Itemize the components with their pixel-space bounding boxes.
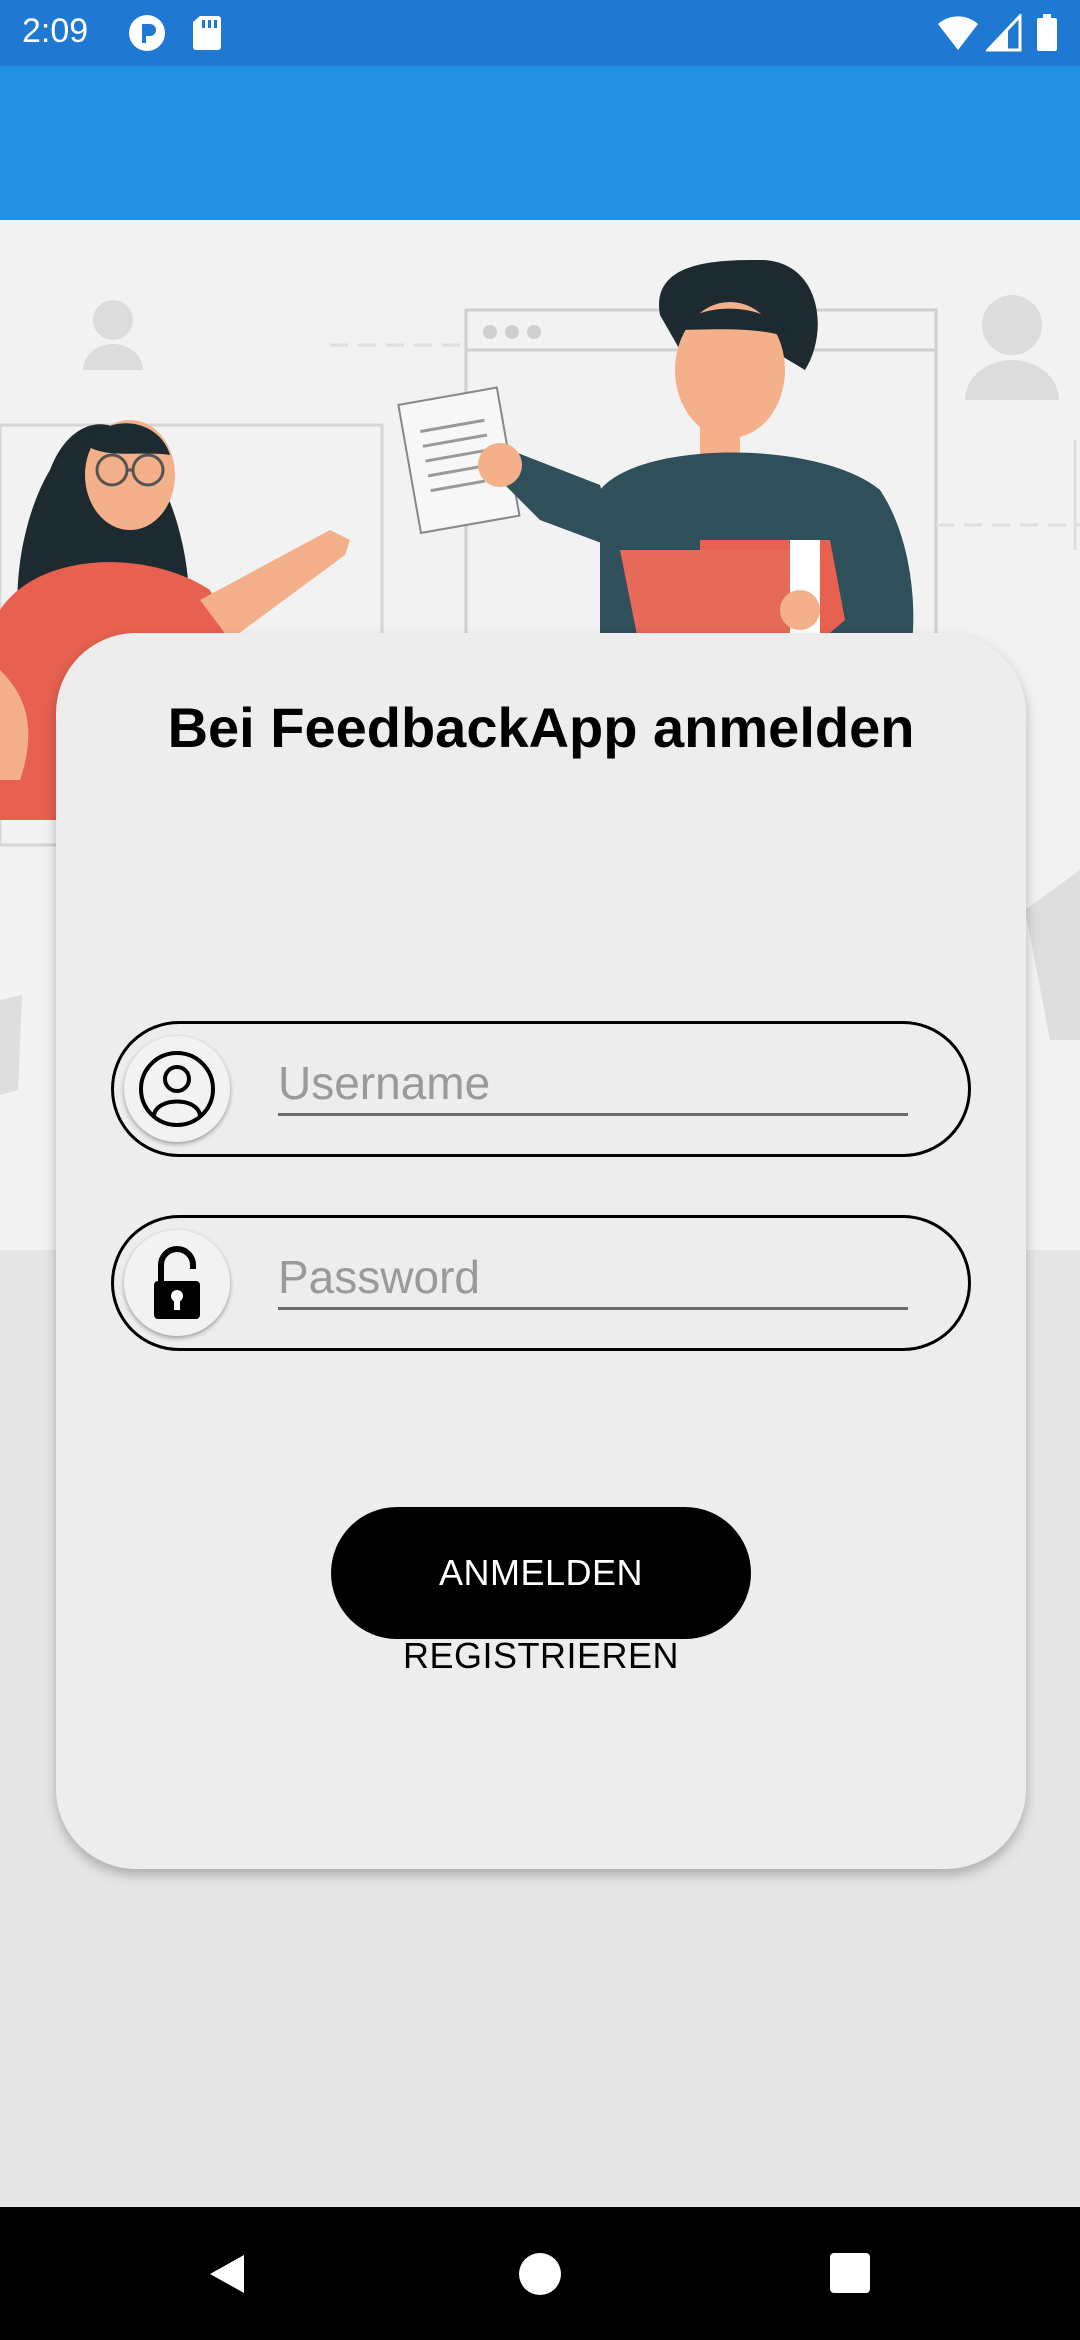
app-bar (0, 66, 1080, 220)
signal-icon (984, 12, 1022, 57)
sd-card-icon (192, 14, 222, 57)
username-input[interactable] (278, 1052, 908, 1116)
notification-app-icon (128, 14, 166, 57)
back-triangle-icon[interactable] (166, 2207, 286, 2340)
recents-square-icon[interactable] (790, 2207, 910, 2340)
username-field[interactable] (111, 1021, 971, 1157)
register-button[interactable]: REGISTRIEREN (56, 1635, 1026, 1677)
login-card: Bei FeedbackApp anmelden ANMELDEN REGIST… (56, 633, 1026, 1869)
home-circle-icon[interactable] (480, 2207, 600, 2340)
login-title: Bei FeedbackApp anmelden (167, 696, 915, 759)
status-bar: 2:09 (0, 0, 1080, 66)
user-circle-icon (124, 1036, 230, 1142)
login-button[interactable]: ANMELDEN (331, 1507, 751, 1639)
password-field[interactable] (111, 1215, 971, 1351)
unlocked-padlock-icon (124, 1230, 230, 1336)
password-input[interactable] (278, 1246, 908, 1310)
status-time: 2:09 (22, 12, 89, 50)
battery-icon (1036, 14, 1058, 57)
system-nav-bar (0, 2207, 1080, 2340)
wifi-icon (936, 14, 980, 57)
